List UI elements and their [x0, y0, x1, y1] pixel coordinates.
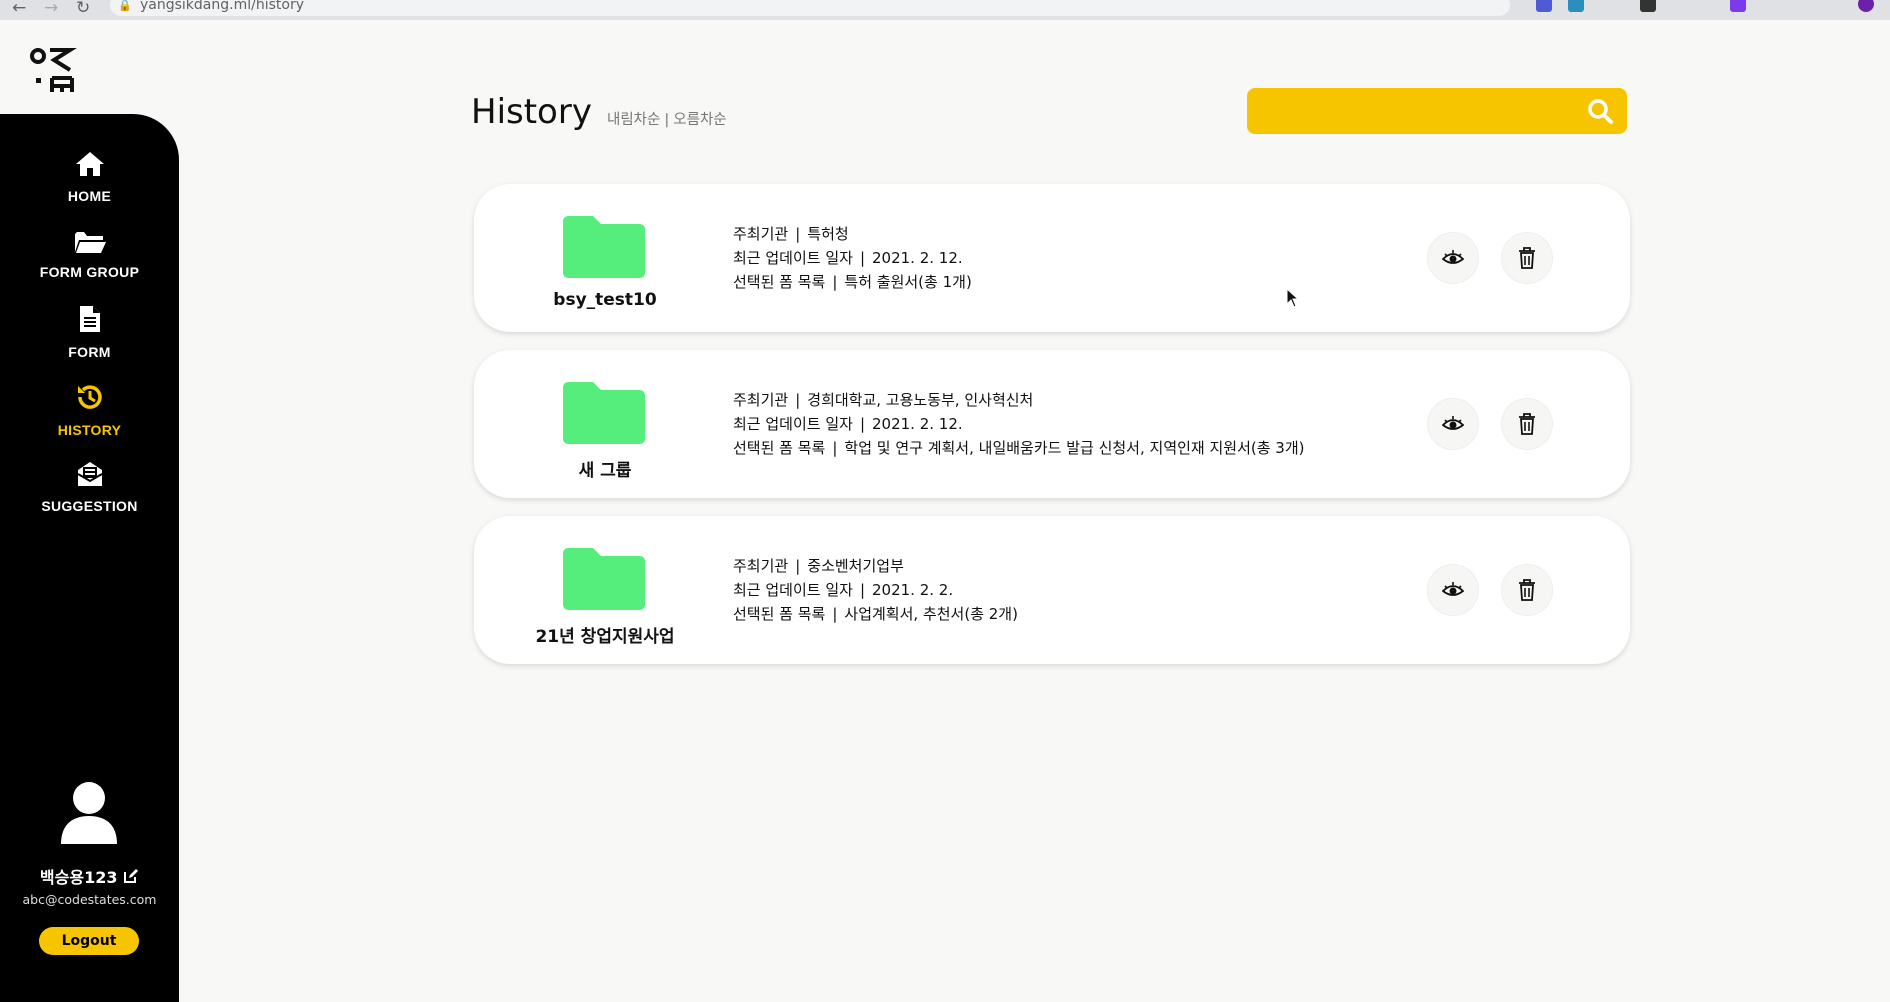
extension-icon[interactable]: [1536, 0, 1552, 12]
date-row: 최근 업데이트 일자 | 2021. 2. 12.: [733, 249, 963, 267]
sidebar-item-label: HOME: [67, 188, 112, 204]
history-card: 새 그룹 주최기관 | 경희대학교, 고용노동부, 인사혁신처 최근 업데이트 일자…: [474, 350, 1630, 498]
trash-icon: [1519, 413, 1535, 435]
trash-icon: [1519, 247, 1535, 269]
sidebar-item-form[interactable]: FORM: [0, 304, 179, 361]
org-row: 주최기관 | 특허청: [733, 225, 849, 243]
folder-icon[interactable]: [563, 382, 645, 444]
date-row: 최근 업데이트 일자 | 2021. 2. 12.: [733, 415, 963, 433]
user-email: abc@codestates.com: [22, 892, 157, 907]
document-icon: [79, 306, 100, 332]
folder-open-icon: [74, 232, 106, 253]
org-row: 주최기관 | 경희대학교, 고용노동부, 인사혁신처: [733, 391, 1034, 409]
edit-icon[interactable]: [123, 868, 139, 884]
sort-options: 내림차순 | 오름차순: [607, 108, 727, 129]
sidebar-item-home[interactable]: HOME: [0, 150, 179, 205]
forms-row: 선택된 폼 목록 | 특허 출원서(총 1개): [733, 273, 972, 291]
forms-row: 선택된 폼 목록 | 학업 및 연구 계획서, 내일배움카드 발급 신청서, 지역인…: [733, 439, 1305, 457]
view-button[interactable]: [1427, 232, 1479, 284]
eye-icon: [1442, 582, 1464, 596]
group-info: 주최기관 | 중소벤처기업부 최근 업데이트 일자 | 2021. 2. 2. 선택된 …: [733, 554, 1018, 626]
delete-button[interactable]: [1501, 398, 1553, 450]
avatar: [61, 782, 117, 844]
lock-icon: 🔒: [118, 0, 132, 12]
logout-button[interactable]: Logout: [39, 927, 139, 955]
history-card: bsy_test10 주최기관 | 특허청 최근 업데이트 일자 | 2021. 2. …: [474, 184, 1630, 332]
group-info: 주최기관 | 경희대학교, 고용노동부, 인사혁신처 최근 업데이트 일자 | 2021…: [733, 388, 1305, 460]
sidebar-item-label: FORM GROUP: [39, 264, 140, 280]
mouse-cursor-icon: [1286, 288, 1300, 308]
profile-icon[interactable]: [1858, 0, 1874, 12]
view-button[interactable]: [1427, 564, 1479, 616]
date-row: 최근 업데이트 일자 | 2021. 2. 2.: [733, 581, 954, 599]
group-name[interactable]: bsy_test10: [474, 290, 736, 310]
forward-arrow-icon[interactable]: →: [44, 0, 58, 18]
view-button[interactable]: [1427, 398, 1479, 450]
search-input[interactable]: [1263, 96, 1563, 126]
delete-button[interactable]: [1501, 232, 1553, 284]
back-arrow-icon[interactable]: ←: [12, 0, 26, 18]
eye-icon: [1442, 416, 1464, 430]
folder-icon[interactable]: [563, 216, 645, 278]
sidebar-item-form-group[interactable]: FORM GROUP: [0, 230, 179, 281]
search-icon[interactable]: [1587, 98, 1613, 124]
sort-separator: |: [664, 112, 670, 128]
sort-desc-link[interactable]: 내림차순: [607, 112, 660, 128]
org-row: 주최기관 | 중소벤처기업부: [733, 557, 904, 575]
address-bar[interactable]: [110, 0, 1510, 16]
folder-icon[interactable]: [563, 548, 645, 610]
forms-row: 선택된 폼 목록 | 사업계획서, 추천서(총 2개): [733, 605, 1018, 623]
page-title: History: [471, 92, 592, 132]
sidebar-item-label: FORM: [68, 344, 111, 360]
delete-button[interactable]: [1501, 564, 1553, 616]
user-name: 백승용123: [0, 864, 179, 888]
trash-icon: [1519, 579, 1535, 601]
sidebar-item-history[interactable]: HISTORY: [0, 382, 179, 439]
sidebar-item-label: HISTORY: [57, 422, 122, 438]
history-icon: [77, 385, 102, 409]
group-info: 주최기관 | 특허청 최근 업데이트 일자 | 2021. 2. 12. 선택된 폼 목…: [733, 222, 972, 294]
browser-toolbar: ← → ↻ 🔒 yangsikdang.ml/history: [0, 0, 1890, 20]
sort-asc-link[interactable]: 오름차순: [673, 112, 726, 128]
group-name[interactable]: 새 그룹: [474, 456, 736, 481]
eye-icon: [1442, 250, 1464, 264]
sidebar-item-suggestion[interactable]: SUGGESTION: [0, 460, 179, 515]
history-card: 21년 창업지원사업 주최기관 | 중소벤처기업부 최근 업데이트 일자 | 2021.…: [474, 516, 1630, 664]
reload-icon[interactable]: ↻: [76, 0, 90, 18]
extension-icon[interactable]: [1568, 0, 1584, 12]
extension-icon[interactable]: [1640, 0, 1656, 12]
sidebar: HOME FORM GROUP FORM HISTORY SUGGESTION …: [0, 114, 179, 1002]
extension-icon[interactable]: [1730, 0, 1746, 12]
search-bar: [1247, 88, 1627, 134]
url-text: yangsikdang.ml/history: [140, 0, 304, 13]
envelope-icon: [76, 462, 103, 486]
group-name[interactable]: 21년 창업지원사업: [474, 622, 736, 647]
sidebar-item-label: SUGGESTION: [41, 498, 138, 514]
home-icon: [75, 152, 104, 176]
logo-icon[interactable]: [30, 48, 80, 94]
